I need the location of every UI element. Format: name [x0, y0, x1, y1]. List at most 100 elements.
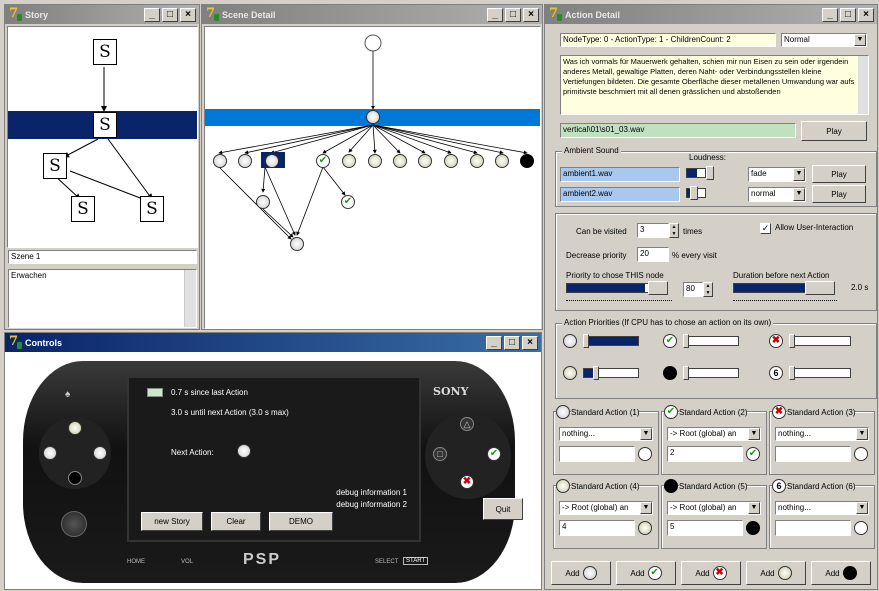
- priority-slider-4[interactable]: [583, 366, 643, 382]
- story-node[interactable]: S: [93, 112, 117, 138]
- slider-thumb[interactable]: [593, 366, 599, 380]
- chevron-down-icon[interactable]: ▼: [856, 502, 868, 514]
- ambient2-loudness-slider[interactable]: [686, 186, 730, 202]
- globe-icon[interactable]: [495, 154, 509, 168]
- chevron-down-icon[interactable]: ▼: [640, 502, 652, 514]
- standard-action-num[interactable]: 2: [667, 446, 743, 462]
- check-icon[interactable]: ✔: [316, 154, 330, 168]
- standard-action-select[interactable]: nothing... ▼: [775, 501, 869, 515]
- globe-icon[interactable]: [470, 154, 484, 168]
- standard-action-select[interactable]: -> Root (global) an ▼: [667, 427, 761, 441]
- maximize-button[interactable]: □: [504, 335, 520, 350]
- chevron-down-icon[interactable]: ▼: [748, 502, 760, 514]
- slider-thumb[interactable]: [706, 166, 714, 180]
- decrease-input[interactable]: 20: [637, 247, 669, 262]
- triangle-icon[interactable]: △: [460, 417, 474, 431]
- story-node[interactable]: S: [140, 196, 164, 222]
- compass-icon[interactable]: [238, 154, 252, 168]
- compass-icon[interactable]: [43, 446, 57, 460]
- add-compass-button[interactable]: Add: [551, 561, 611, 585]
- audio-file-input[interactable]: vertical\01\s01_03.wav: [560, 123, 796, 138]
- compass-icon[interactable]: [265, 154, 279, 168]
- priority-slider-2[interactable]: [683, 334, 743, 350]
- duration-slider[interactable]: [733, 281, 839, 303]
- priority-slider-6[interactable]: [789, 366, 855, 382]
- close-button[interactable]: ×: [522, 335, 538, 350]
- close-button[interactable]: ×: [523, 7, 539, 22]
- chevron-down-icon[interactable]: ▼: [854, 34, 866, 46]
- close-button[interactable]: ×: [180, 7, 196, 22]
- compass-icon[interactable]: [256, 195, 270, 209]
- add-cross-button[interactable]: Add ✖: [681, 561, 741, 585]
- priority-input[interactable]: 80: [683, 282, 703, 297]
- maximize-button[interactable]: □: [840, 7, 856, 22]
- black-circle-icon[interactable]: [68, 471, 82, 485]
- story-node[interactable]: S: [71, 196, 95, 222]
- scene-name-input[interactable]: Szene 1: [8, 250, 197, 264]
- mode-select[interactable]: Normal ▼: [781, 33, 867, 47]
- priority-spinner[interactable]: ▲ ▼: [703, 282, 713, 297]
- minimize-button[interactable]: _: [486, 335, 502, 350]
- scene-titlebar[interactable]: Scene Detail _ □ ×: [202, 5, 542, 24]
- scene-graph[interactable]: ✔ ✔: [204, 26, 541, 329]
- description-scrollbar[interactable]: [858, 56, 868, 114]
- slider-thumb[interactable]: [805, 281, 835, 295]
- can-visit-spinner[interactable]: ▲ ▼: [669, 223, 679, 238]
- analog-stick[interactable]: [61, 511, 87, 537]
- minimize-button[interactable]: _: [487, 7, 503, 22]
- standard-action-select[interactable]: -> Root (global) an ▼: [667, 501, 761, 515]
- story-node[interactable]: S: [43, 153, 67, 179]
- check-icon[interactable]: ✔: [487, 447, 501, 461]
- ambient2-input[interactable]: ambient2.wav: [560, 187, 680, 202]
- ambient1-mode-select[interactable]: fade ▼: [748, 167, 806, 182]
- slider-thumb[interactable]: [690, 186, 698, 200]
- compass-icon[interactable]: [213, 154, 227, 168]
- globe-icon[interactable]: [68, 421, 82, 435]
- standard-action-select[interactable]: nothing... ▼: [559, 427, 653, 441]
- dpad[interactable]: [39, 417, 111, 489]
- new-story-button[interactable]: new Story: [141, 512, 203, 531]
- black-circle-icon[interactable]: [520, 154, 534, 168]
- priority-slider[interactable]: [566, 281, 678, 303]
- quit-button[interactable]: Quit: [483, 498, 523, 520]
- chevron-down-icon[interactable]: ▼: [640, 428, 652, 440]
- slider-thumb[interactable]: [789, 334, 795, 348]
- can-visit-input[interactable]: 3: [637, 223, 669, 238]
- add-check-button[interactable]: Add ✔: [616, 561, 676, 585]
- slider-thumb[interactable]: [683, 334, 689, 348]
- chevron-down-icon[interactable]: ▼: [748, 428, 760, 440]
- compass-icon[interactable]: [93, 446, 107, 460]
- globe-icon[interactable]: [342, 154, 356, 168]
- priority-slider-5[interactable]: [683, 366, 743, 382]
- story-graph[interactable]: S S S S S: [7, 26, 198, 248]
- standard-action-num[interactable]: [559, 446, 635, 462]
- globe-icon[interactable]: [444, 154, 458, 168]
- standard-action-num[interactable]: [775, 446, 851, 462]
- allow-interaction-checkbox[interactable]: ✓: [760, 223, 771, 234]
- play-ambient1-button[interactable]: Play: [812, 165, 866, 183]
- scene-text-area[interactable]: Erwachen: [8, 269, 197, 328]
- slider-thumb[interactable]: [648, 281, 668, 295]
- clear-button[interactable]: Clear: [211, 512, 261, 531]
- add-globe-button[interactable]: Add: [746, 561, 806, 585]
- scene-text-scrollbar[interactable]: [184, 270, 196, 327]
- globe-icon[interactable]: [418, 154, 432, 168]
- story-node[interactable]: S: [93, 39, 117, 65]
- demo-button[interactable]: DEMO: [269, 512, 333, 531]
- ambient1-loudness-slider[interactable]: [686, 166, 730, 182]
- play-audio-button[interactable]: Play: [801, 121, 867, 141]
- add-black-circle-button[interactable]: Add: [811, 561, 871, 585]
- chevron-down-icon[interactable]: ▼: [793, 188, 805, 201]
- standard-action-select[interactable]: -> Root (global) an ▼: [559, 501, 653, 515]
- maximize-button[interactable]: □: [162, 7, 178, 22]
- action-titlebar[interactable]: Action Detail _ □ ×: [545, 5, 877, 24]
- priority-slider-1[interactable]: [583, 334, 643, 350]
- chevron-down-icon[interactable]: ▼: [793, 168, 805, 181]
- ambient2-mode-select[interactable]: normal ▼: [748, 187, 806, 202]
- face-buttons[interactable]: △ □ ✔ ✖: [425, 413, 511, 499]
- play-ambient2-button[interactable]: Play: [812, 185, 866, 203]
- compass-icon[interactable]: [290, 237, 304, 251]
- story-titlebar[interactable]: Story _ □ ×: [5, 5, 199, 24]
- square-icon[interactable]: □: [433, 447, 447, 461]
- close-button[interactable]: ×: [858, 7, 874, 22]
